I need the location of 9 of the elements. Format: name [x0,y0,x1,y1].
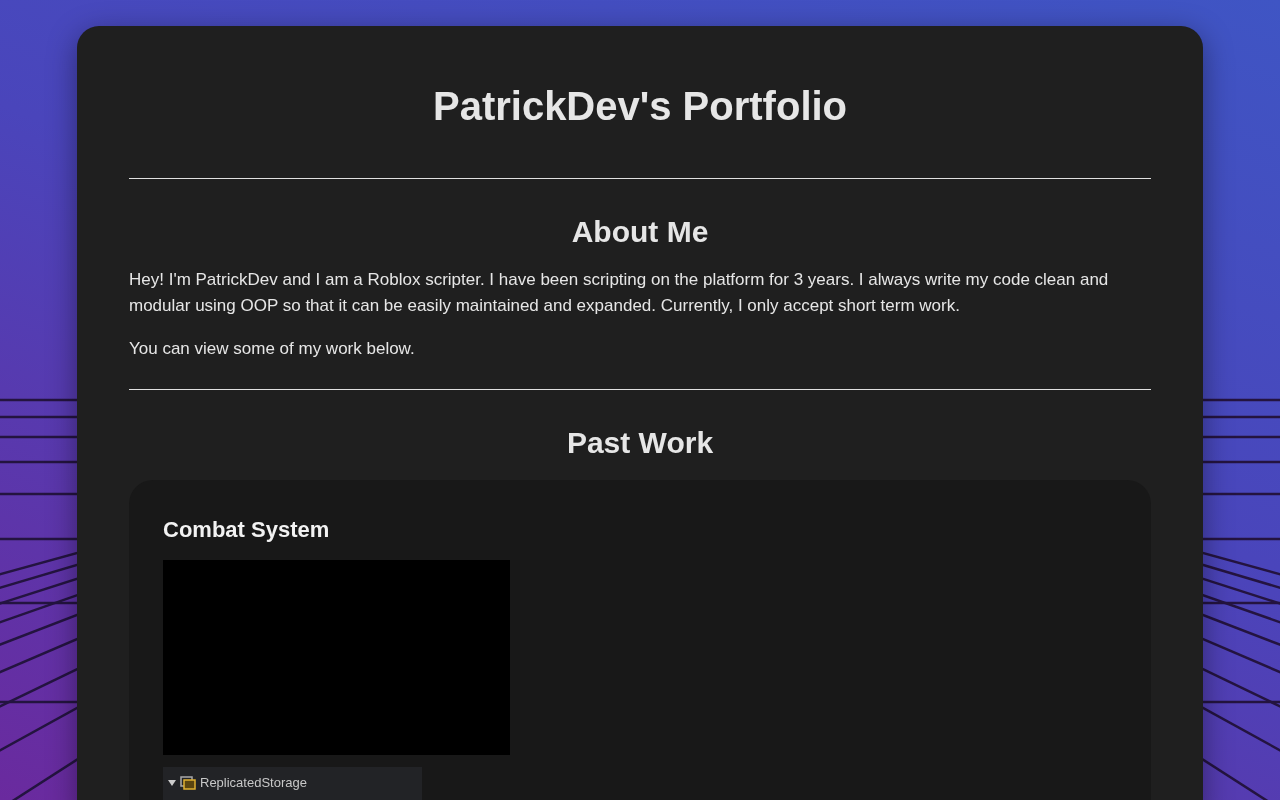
project-title: Combat System [163,516,331,544]
about-paragraph: Hey! I'm PatrickDev and I am a Roblox scripter. I have been scripting on the platform for 3 years. I always write my code clean and modular using OOP so that it can be easily maintained and expanded. Currently, I only accept short term work. [129,269,1110,317]
section-heading: Past Work [565,425,715,461]
page-title: PatrickDev's Portfolio [431,83,849,130]
folder-icon [180,775,196,790]
video-player[interactable] [163,560,510,755]
explorer-item: ReplicatedStorage [200,775,307,790]
section-heading: About Me [570,214,710,250]
about-paragraph: You can view some of my work below. [129,338,416,360]
